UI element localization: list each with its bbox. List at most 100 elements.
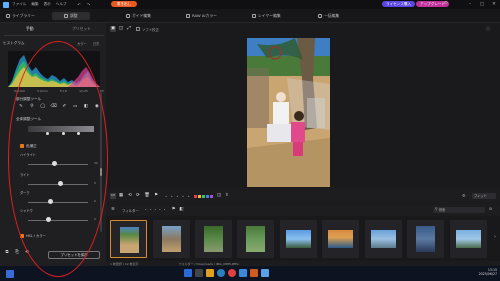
- tab-guided-edit[interactable]: ガイド編集: [126, 12, 151, 20]
- left-panel-scrollbar[interactable]: [100, 92, 102, 232]
- info-icon[interactable]: ⓘ: [486, 26, 490, 32]
- slider-knob[interactable]: [58, 181, 63, 186]
- target-icon[interactable]: ◉: [94, 104, 100, 110]
- slider-knob[interactable]: [48, 199, 53, 204]
- tab-library[interactable]: ライブラリー: [6, 12, 35, 20]
- filter-flag-icon[interactable]: ⚑: [170, 207, 176, 213]
- slider-knob[interactable]: [46, 217, 51, 222]
- eyedropper-icon[interactable]: ⚲: [29, 104, 35, 110]
- gear-icon[interactable]: ⚙: [462, 193, 466, 198]
- rating-stars[interactable]: • • • • •: [165, 194, 191, 199]
- export-button[interactable]: 書き出し: [111, 1, 137, 7]
- slider-highlight[interactable]: ハイライト 30: [20, 152, 100, 166]
- menu-help[interactable]: ヘルプ: [56, 2, 67, 7]
- pen-icon[interactable]: ✐: [61, 104, 67, 110]
- chrome-icon[interactable]: [228, 269, 236, 277]
- single-view-icon[interactable]: ▣: [110, 26, 116, 32]
- compare-view-icon[interactable]: ◫: [118, 26, 124, 32]
- maximize-icon[interactable]: □: [477, 0, 487, 9]
- thumbnail[interactable]: [195, 220, 232, 258]
- search-taskbar-icon[interactable]: [195, 269, 203, 277]
- label-yellow[interactable]: [197, 194, 201, 198]
- office-icon[interactable]: [250, 269, 258, 277]
- flag-icon[interactable]: ⚑: [153, 193, 159, 199]
- menu-view[interactable]: 表示: [44, 2, 51, 7]
- buy-license-button[interactable]: ライセンス購入: [382, 1, 416, 7]
- slider-dark[interactable]: ダーク 0: [20, 190, 100, 204]
- thumbnail[interactable]: [237, 220, 274, 258]
- color-section-checkbox[interactable]: [20, 144, 24, 148]
- fullscreen-icon[interactable]: ⤢: [126, 26, 132, 32]
- thumbnail[interactable]: [365, 220, 402, 258]
- filmstrip-view-icon[interactable]: ▭: [110, 193, 116, 199]
- slider-knob[interactable]: [52, 161, 57, 166]
- label-purple[interactable]: [209, 194, 213, 198]
- tab-layer-edit[interactable]: レイヤー編集: [252, 12, 281, 20]
- menu-edit[interactable]: 編集: [31, 2, 38, 7]
- explorer-icon[interactable]: [206, 269, 214, 277]
- zoom-select[interactable]: フィット: [472, 193, 496, 199]
- left-panel-scrollbar-thumb[interactable]: [100, 168, 102, 176]
- radial-icon[interactable]: ◯: [40, 104, 46, 110]
- weather-icon[interactable]: [6, 270, 14, 278]
- tab-adjust[interactable]: 調整: [52, 12, 90, 20]
- filter-settings-icon[interactable]: ⚙: [489, 207, 492, 211]
- brush-icon[interactable]: ✎: [18, 104, 24, 110]
- histogram-color-toggle[interactable]: カラー: [77, 41, 87, 46]
- store-icon[interactable]: [239, 269, 247, 277]
- slider-track[interactable]: [28, 164, 88, 165]
- start-icon[interactable]: [184, 269, 192, 277]
- label-blue[interactable]: [205, 194, 209, 198]
- gradient-icon[interactable]: ▭: [72, 104, 78, 110]
- save-preset-button[interactable]: プリセットを保存: [48, 251, 100, 259]
- histogram-bw-toggle[interactable]: 白黒: [93, 41, 99, 46]
- label-green[interactable]: [201, 194, 205, 198]
- label-red[interactable]: [193, 194, 197, 198]
- clock[interactable]: 13:15 2025/06/27: [475, 268, 497, 276]
- minimize-icon[interactable]: –: [465, 0, 475, 9]
- slider-track[interactable]: [28, 202, 88, 203]
- undo-icon[interactable]: ↶: [78, 2, 81, 7]
- photo-app-icon[interactable]: [261, 269, 269, 277]
- color-section-header[interactable]: 色補正: [20, 144, 37, 149]
- slider-track[interactable]: [28, 220, 88, 221]
- edge-icon[interactable]: [217, 269, 225, 277]
- slider-shadow[interactable]: シャドウ 0: [20, 208, 100, 222]
- compare-icon[interactable]: ◫: [216, 193, 222, 199]
- reset-icon[interactable]: ⟲: [24, 250, 30, 256]
- thumbnail[interactable]: [153, 220, 190, 258]
- tab-raw-ai-color[interactable]: RAW AIカラー: [186, 12, 217, 20]
- menu-file[interactable]: ファイル: [12, 2, 26, 7]
- tone-knob-3[interactable]: [77, 132, 80, 135]
- paste-icon[interactable]: ⎘: [14, 250, 20, 256]
- thumbnail[interactable]: [450, 220, 487, 258]
- filter-stars[interactable]: • • • • •: [145, 208, 167, 212]
- thumbnail[interactable]: [322, 220, 359, 258]
- delete-icon[interactable]: 🗑: [144, 193, 150, 199]
- thumbnail[interactable]: [407, 220, 444, 258]
- tone-knob-1[interactable]: [46, 132, 49, 135]
- redo-icon[interactable]: ↷: [87, 2, 90, 7]
- hsl-section-header[interactable]: HSL / カラー: [20, 233, 46, 238]
- tab-batch-edit[interactable]: 一括編集: [318, 12, 339, 20]
- chevron-right-icon[interactable]: ›: [494, 234, 496, 240]
- hsl-checkbox[interactable]: [20, 234, 24, 238]
- search-input[interactable]: 検索: [433, 207, 485, 213]
- sort-icon[interactable]: ≡: [110, 207, 116, 213]
- thumbnail[interactable]: [110, 220, 147, 258]
- slider-light[interactable]: ライト 0: [20, 172, 100, 186]
- copy-icon[interactable]: ⧉: [4, 250, 10, 256]
- settings-icon[interactable]: ⚙: [444, 1, 448, 6]
- filter-color-icon[interactable]: ◧: [178, 207, 184, 213]
- subtab-manual[interactable]: 手動: [26, 26, 34, 32]
- tone-curve-bar[interactable]: [28, 126, 94, 132]
- grid-view-icon[interactable]: ▦: [118, 193, 124, 199]
- export-icon[interactable]: ⇪: [224, 193, 230, 199]
- tone-knob-2[interactable]: [62, 132, 65, 135]
- photo-preview[interactable]: [247, 38, 330, 187]
- rotate-right-icon[interactable]: ⟳: [135, 193, 141, 199]
- eraser-icon[interactable]: ⌫: [51, 104, 57, 110]
- mask-icon[interactable]: ◧: [83, 104, 89, 110]
- soft-proof-checkbox[interactable]: [136, 27, 140, 31]
- subtab-preset[interactable]: プリセット: [72, 26, 91, 32]
